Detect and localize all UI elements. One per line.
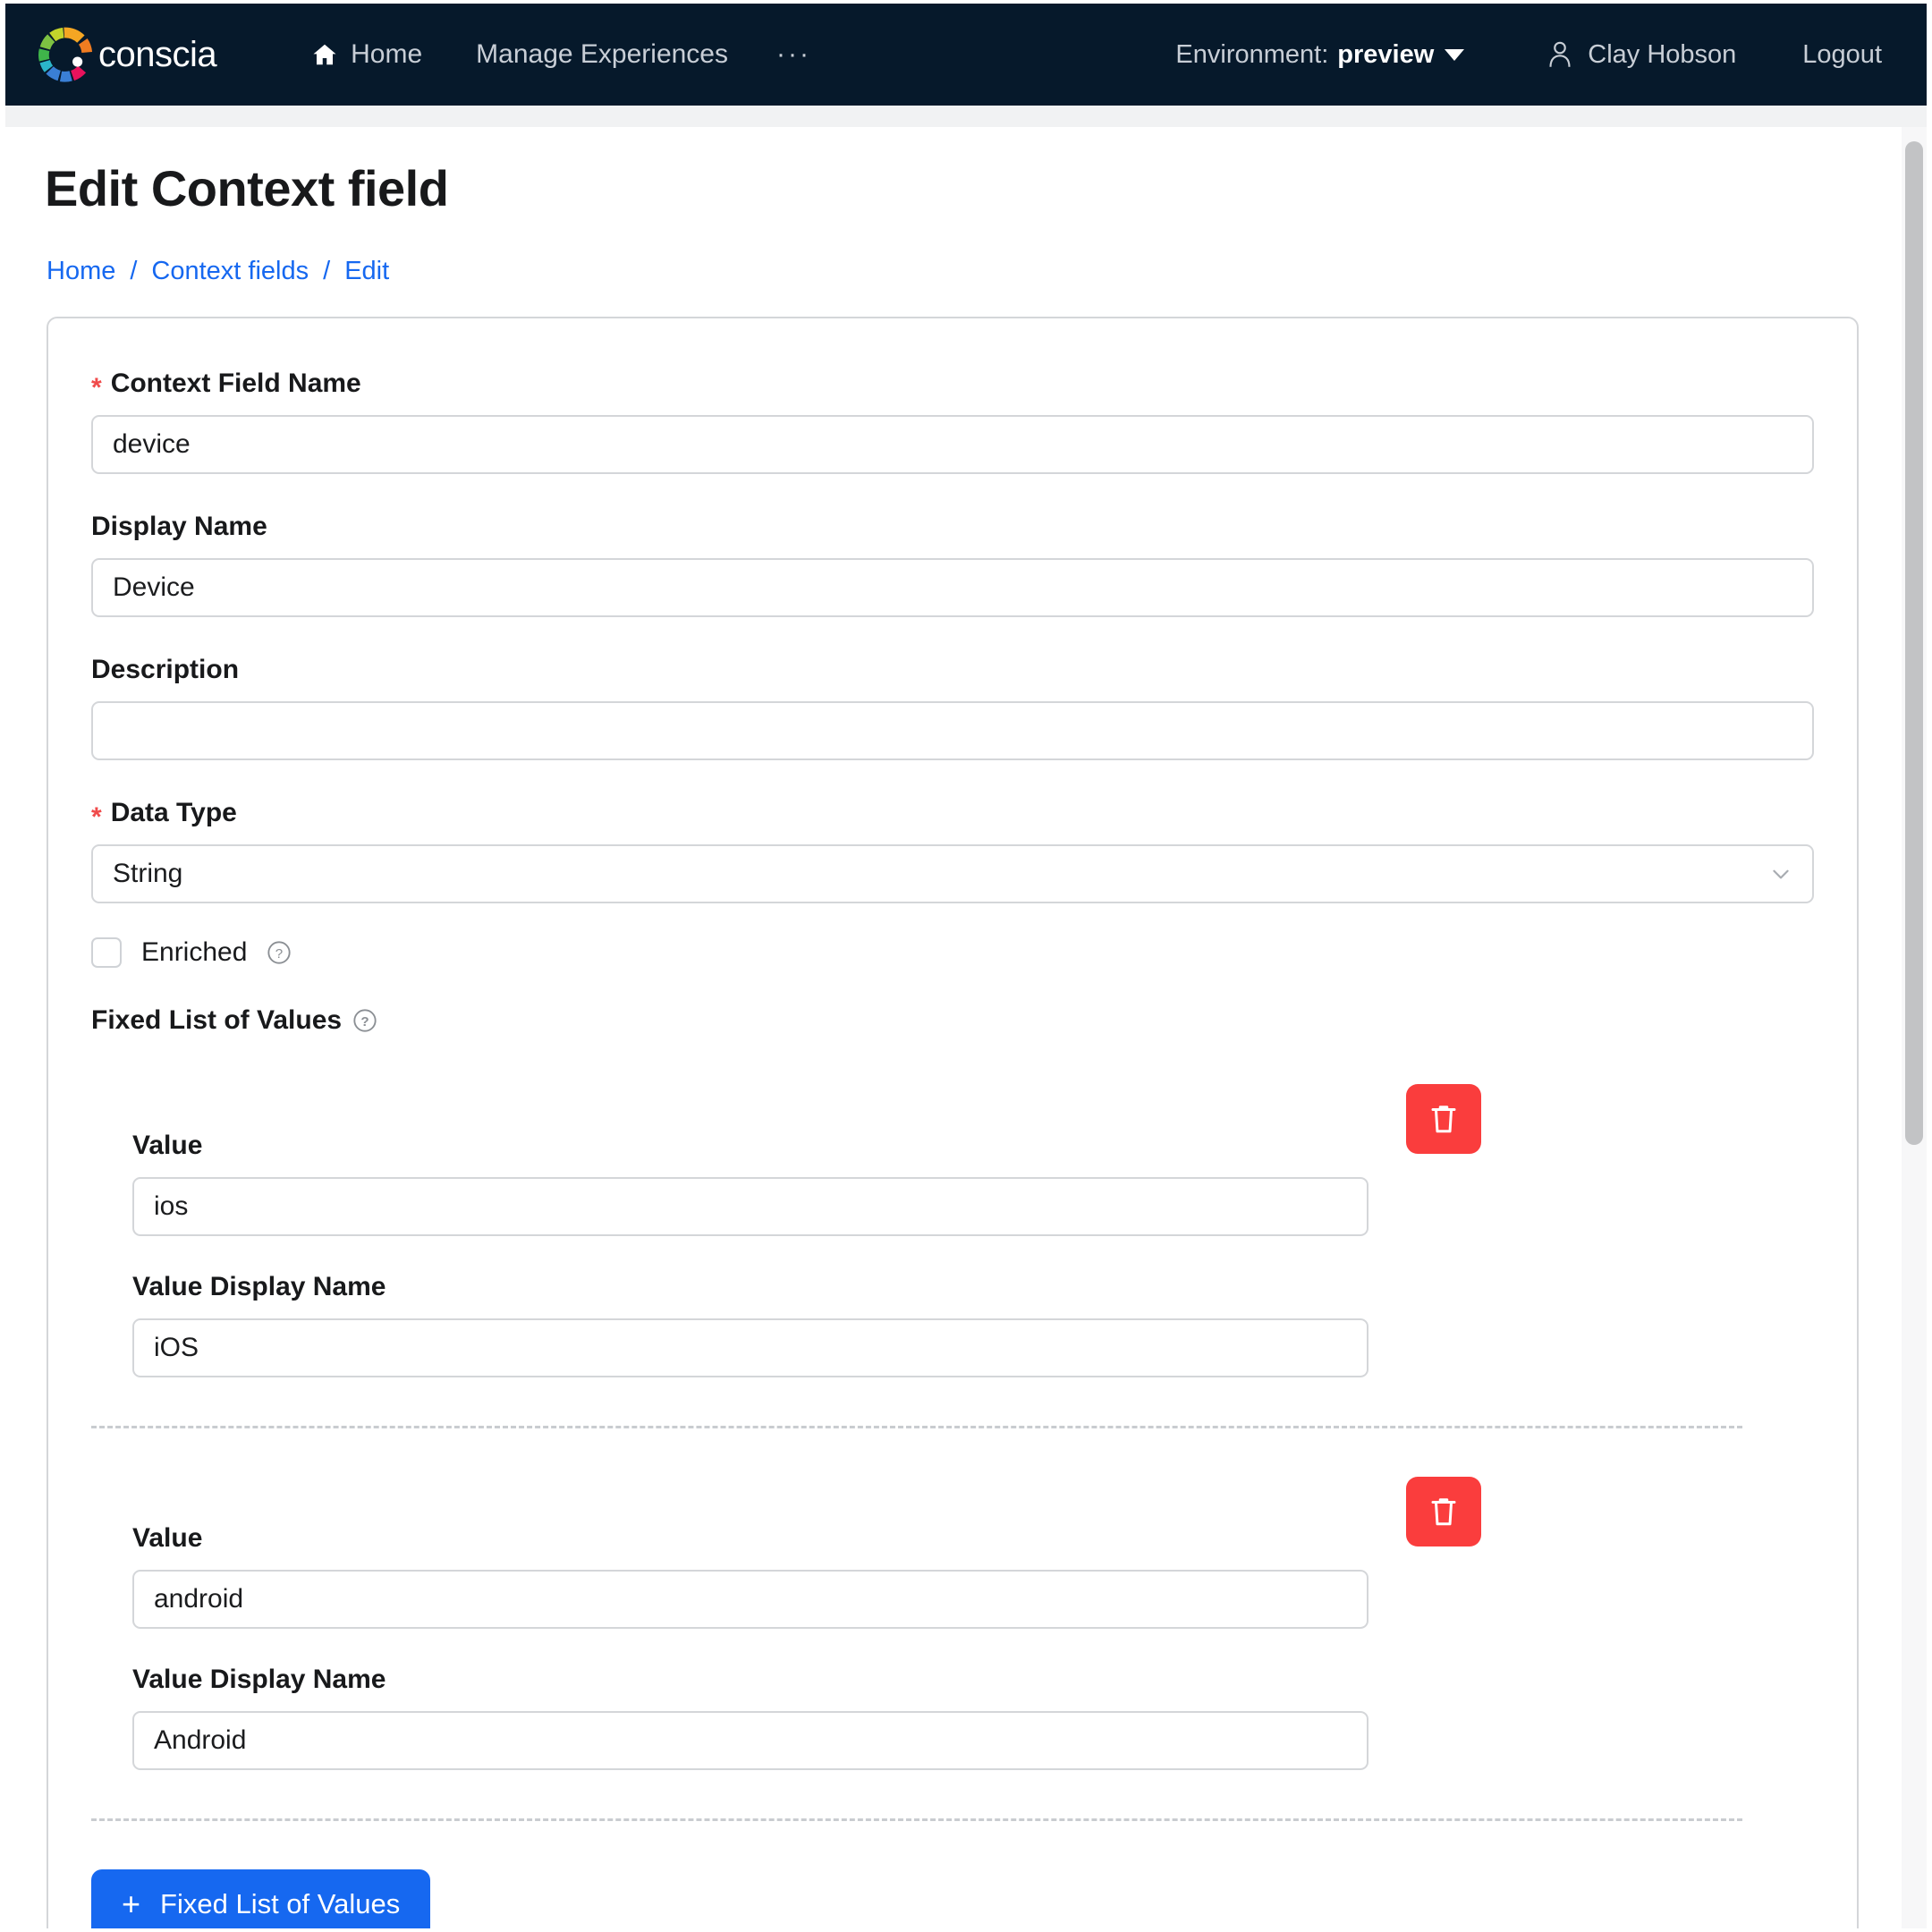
breadcrumb-item-home[interactable]: Home	[47, 257, 115, 286]
value-display-name-label: Value Display Name	[132, 1272, 386, 1301]
question-circle-icon[interactable]: ?	[352, 1008, 377, 1033]
value-input[interactable]	[132, 1177, 1368, 1236]
logout-button[interactable]: Logout	[1784, 31, 1900, 79]
delete-value-button[interactable]	[1406, 1477, 1481, 1546]
fixed-value-item: Value Value Display Name	[91, 1428, 1814, 1821]
delete-value-button[interactable]	[1406, 1084, 1481, 1154]
svg-text:?: ?	[275, 946, 283, 962]
description-label: Description	[91, 655, 1814, 685]
data-type-select-value: String	[91, 844, 1814, 903]
main-content: Edit Context field Home / Context fields…	[5, 127, 1902, 1928]
fixed-list-of-values-heading: Fixed List of Values ?	[91, 1005, 1814, 1036]
chevron-down-icon	[1773, 869, 1789, 879]
secondary-nav: Environment: preview Clay Hobson Logout	[1161, 4, 1900, 106]
chevron-down-icon	[1445, 48, 1465, 61]
add-fixed-list-of-values-button[interactable]: + Fixed List of Values	[91, 1869, 431, 1928]
data-type-label: * Data Type	[91, 798, 1814, 832]
data-type-label-text: Data Type	[110, 798, 237, 827]
trash-icon	[1431, 1498, 1456, 1526]
app-window: conscia Home Manage Experiences ··· Envi…	[0, 0, 1932, 1932]
home-icon	[313, 44, 336, 65]
top-navigation-bar: conscia Home Manage Experiences ··· Envi…	[5, 4, 1927, 106]
plus-icon: +	[122, 1885, 141, 1922]
required-marker: *	[91, 373, 102, 402]
data-type-select[interactable]: String	[91, 844, 1814, 903]
breadcrumb-item-edit[interactable]: Edit	[344, 257, 389, 286]
primary-nav: Home Manage Experiences ···	[284, 30, 833, 79]
user-name: Clay Hobson	[1588, 39, 1737, 69]
enriched-label: Enriched	[141, 937, 248, 967]
description-label-text: Description	[91, 655, 240, 684]
value-item-separator	[91, 1818, 1742, 1821]
nav-item-home-label: Home	[351, 39, 423, 69]
fixed-value-fields: Value Value Display Name	[91, 1084, 1814, 1377]
svg-text:?: ?	[360, 1014, 369, 1030]
context-field-name-input[interactable]	[91, 415, 1814, 474]
page-title: Edit Context field	[45, 160, 449, 216]
trash-icon	[1431, 1106, 1456, 1133]
nav-item-manage-experiences-label: Manage Experiences	[476, 39, 728, 69]
value-display-name-input[interactable]	[132, 1318, 1368, 1377]
more-ellipsis-icon: ···	[776, 39, 811, 69]
environment-value: preview	[1337, 39, 1435, 69]
required-marker: *	[91, 802, 102, 832]
edit-context-field-form-card: * Context Field Name Display Name Descri…	[47, 317, 1859, 1928]
nav-item-home[interactable]: Home	[284, 30, 449, 79]
value-display-name-label: Value Display Name	[132, 1665, 386, 1694]
fixed-value-item: Value Value Display Name	[91, 1036, 1814, 1428]
user-menu[interactable]: Clay Hobson	[1529, 30, 1754, 79]
breadcrumb-separator: /	[130, 257, 138, 285]
conscia-ring-logo-icon	[38, 27, 93, 82]
display-name-input[interactable]	[91, 558, 1814, 617]
question-circle-icon[interactable]: ?	[267, 940, 292, 965]
content-gap-strip	[5, 106, 1927, 127]
vertical-scrollbar-thumb[interactable]	[1905, 141, 1923, 1145]
breadcrumb: Home / Context fields / Edit	[47, 257, 1902, 286]
nav-item-more[interactable]: ···	[755, 30, 833, 79]
brand-name: conscia	[98, 34, 217, 74]
nav-item-manage-experiences[interactable]: Manage Experiences	[449, 30, 755, 79]
environment-selector[interactable]: Environment: preview	[1161, 31, 1479, 79]
breadcrumb-item-context-fields[interactable]: Context fields	[151, 257, 309, 286]
environment-label: Environment:	[1175, 39, 1329, 69]
context-field-name-label: * Context Field Name	[91, 369, 1814, 402]
display-name-label: Display Name	[91, 512, 1814, 542]
fixed-list-of-values-label: Fixed List of Values	[91, 1005, 343, 1035]
description-input[interactable]	[91, 701, 1814, 760]
value-input[interactable]	[132, 1570, 1368, 1629]
brand-logo[interactable]: conscia	[38, 27, 217, 82]
add-fixed-list-of-values-label: Fixed List of Values	[160, 1888, 401, 1919]
enriched-row: Enriched ?	[91, 937, 1814, 968]
value-label: Value	[132, 1131, 203, 1160]
person-icon	[1549, 41, 1571, 67]
breadcrumb-separator: /	[323, 257, 331, 285]
enriched-checkbox[interactable]	[91, 937, 122, 968]
fixed-value-fields: Value Value Display Name	[91, 1477, 1814, 1770]
value-display-name-input[interactable]	[132, 1711, 1368, 1770]
value-label: Value	[132, 1523, 203, 1553]
vertical-scrollbar-track[interactable]	[1902, 127, 1927, 1928]
display-name-label-text: Display Name	[91, 512, 267, 541]
context-field-name-label-text: Context Field Name	[110, 369, 361, 398]
